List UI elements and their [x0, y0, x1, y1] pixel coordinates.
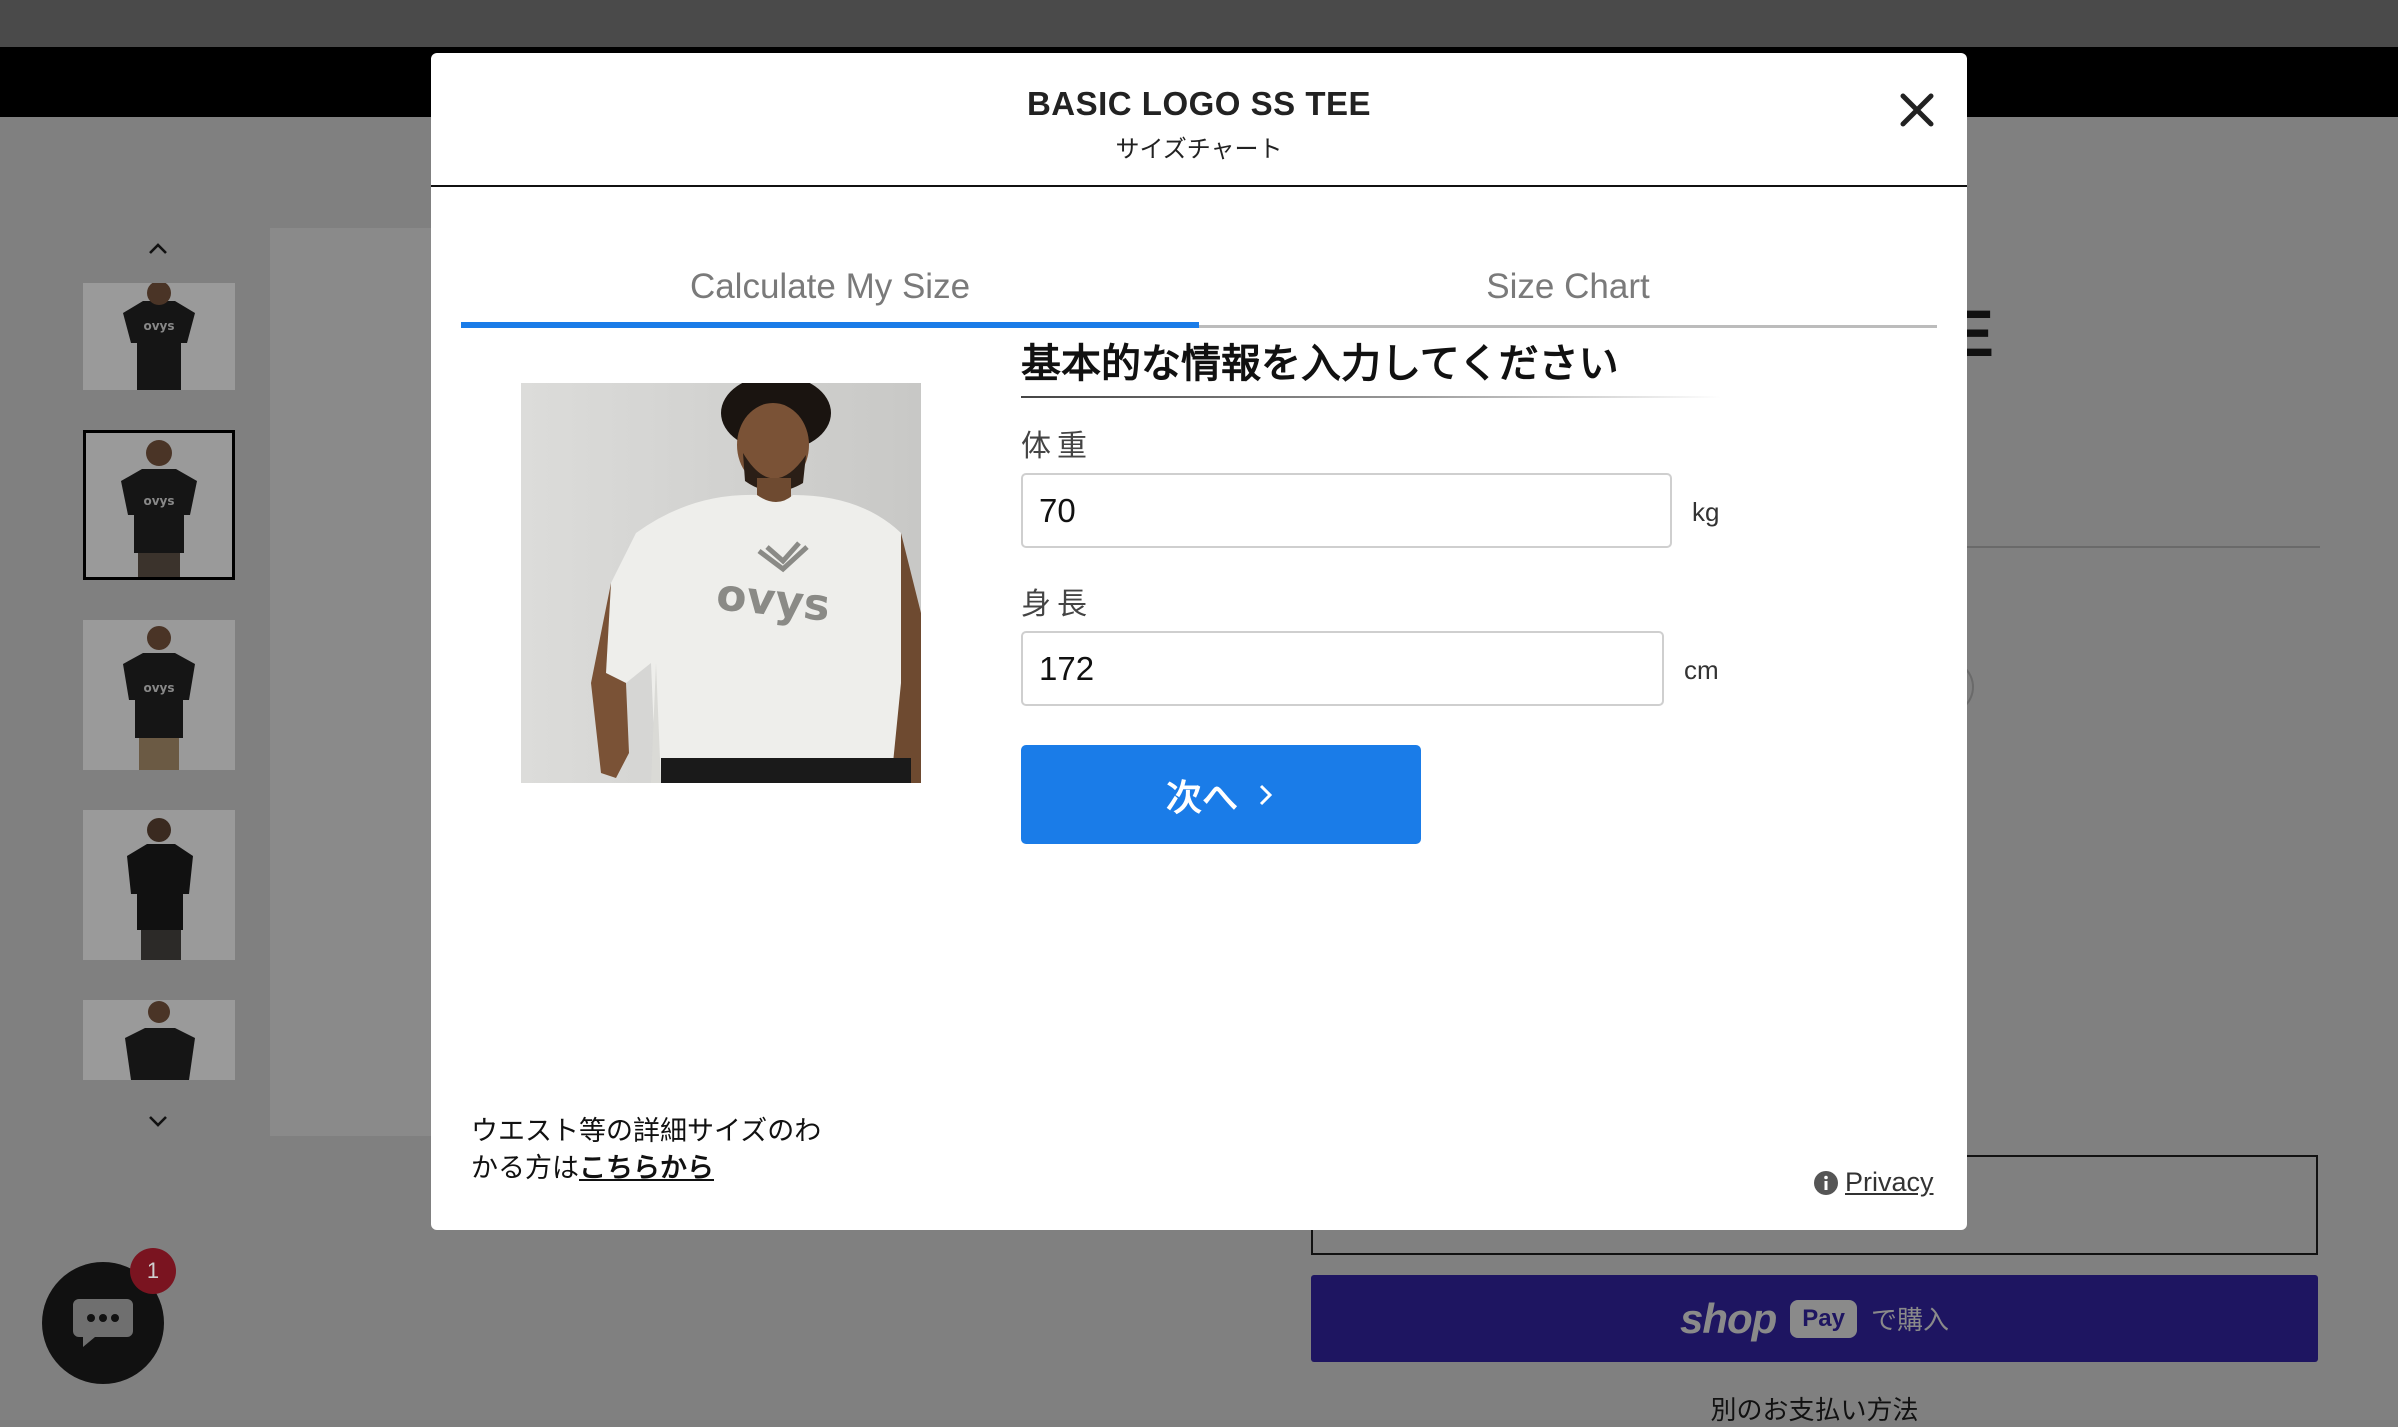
next-button-label: 次へ	[1165, 776, 1238, 818]
size-tabs: Calculate My Size Size Chart	[461, 203, 1937, 330]
product-thumbnail[interactable]	[83, 1000, 235, 1080]
height-label: 身長	[1021, 588, 1093, 621]
product-thumbnail[interactable]: ovys	[83, 283, 235, 390]
product-thumbnail-selected[interactable]: ovys	[83, 430, 235, 580]
weight-label: 体重	[1021, 430, 1093, 463]
svg-text:ovys: ovys	[143, 494, 174, 508]
detailed-size-link[interactable]: こちらから	[579, 1153, 714, 1183]
height-unit: cm	[1684, 655, 1719, 685]
tab-size-chart[interactable]: Size Chart	[1199, 203, 1937, 330]
shop-logo: shop	[1679, 1294, 1777, 1342]
modal-header: BASIC LOGO SS TEE サイズチャート	[431, 53, 1967, 187]
close-icon[interactable]	[1893, 86, 1941, 134]
shop-pay-badge: Pay	[1790, 1299, 1857, 1338]
shop-pay-suffix: で購入	[1871, 1305, 1950, 1335]
privacy-label: Privacy	[1845, 1167, 1934, 1197]
weight-input[interactable]	[1021, 473, 1672, 548]
form-heading: 基本的な情報を入力してください	[1021, 342, 1619, 386]
thumbnails-up-arrow-icon[interactable]	[145, 236, 171, 262]
height-input[interactable]	[1021, 631, 1664, 706]
size-chart-modal: BASIC LOGO SS TEE サイズチャート Calculate My S…	[431, 53, 1967, 1230]
product-photo: ovys	[521, 383, 921, 783]
announcement-bar	[0, 0, 2398, 47]
svg-text:ovys: ovys	[143, 681, 174, 695]
svg-text:ovys: ovys	[143, 319, 174, 333]
heading-divider	[1021, 396, 1721, 398]
shop-pay-button[interactable]: shop Pay で購入	[1311, 1275, 2318, 1362]
chevron-right-icon	[1259, 784, 1273, 805]
modal-subtitle: サイズチャート	[1115, 136, 1283, 163]
chat-notification-badge: 1	[130, 1248, 176, 1294]
other-payment-link[interactable]: 別のお支払い方法	[1311, 1390, 2318, 1427]
product-thumbnail[interactable]	[83, 810, 235, 960]
active-tab-indicator	[461, 322, 1199, 328]
next-button[interactable]: 次へ	[1021, 745, 1421, 844]
chat-icon	[73, 1299, 133, 1347]
thumbnails-down-arrow-icon[interactable]	[145, 1108, 171, 1134]
tab-calculate-my-size[interactable]: Calculate My Size	[461, 203, 1199, 330]
weight-unit: kg	[1692, 497, 1720, 527]
product-thumbnail[interactable]: ovys	[83, 620, 235, 770]
modal-title: BASIC LOGO SS TEE	[1026, 85, 1372, 122]
detailed-size-note: ウエスト等の詳細サイズのわかる方はこちらから	[471, 1113, 831, 1187]
privacy-link[interactable]: Privacy	[1813, 1167, 1934, 1198]
info-icon	[1814, 1170, 1838, 1195]
